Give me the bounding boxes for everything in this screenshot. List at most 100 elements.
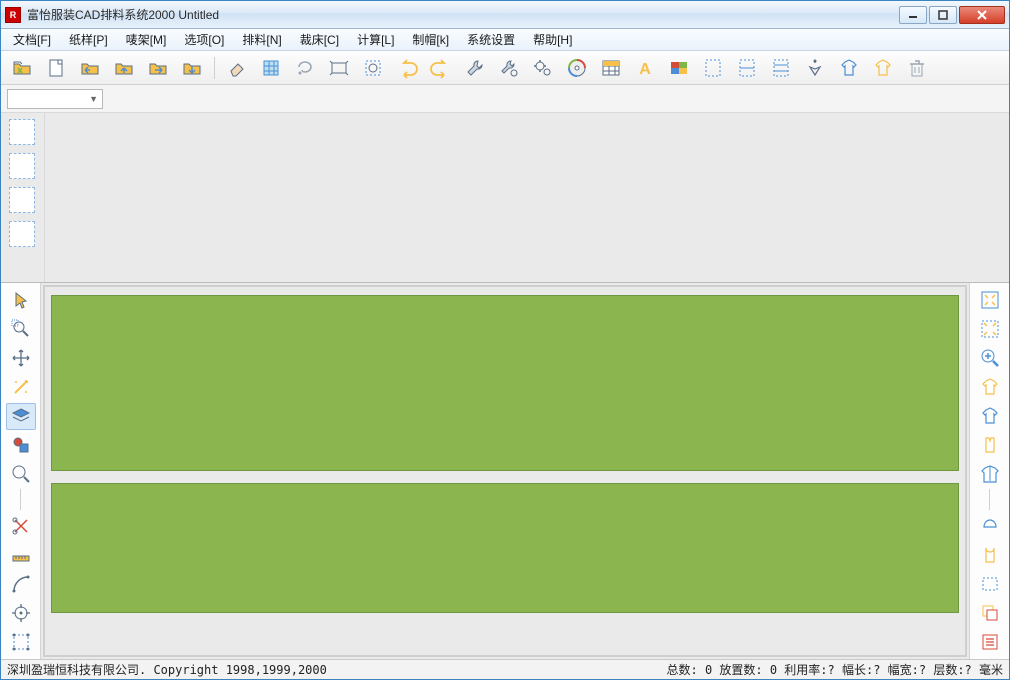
canvas[interactable] <box>43 285 967 657</box>
menu-item[interactable]: 排料[N] <box>234 29 289 50</box>
scissors-x-button[interactable] <box>6 512 36 539</box>
table-grid-button[interactable] <box>596 54 626 82</box>
shapes-button[interactable] <box>6 432 36 459</box>
wrench-icon <box>464 57 486 79</box>
folder-up-icon <box>113 57 135 79</box>
menu-item[interactable]: 帮助[H] <box>525 29 580 50</box>
page-dashed-1-button[interactable] <box>698 54 728 82</box>
close-button[interactable] <box>959 6 1005 24</box>
title-bar: R 富怡服装CAD排料系统2000 Untitled <box>1 1 1009 29</box>
text-a-button[interactable]: A <box>630 54 660 82</box>
move-button[interactable] <box>6 345 36 372</box>
new-doc-icon <box>45 57 67 79</box>
minimize-button[interactable] <box>899 6 927 24</box>
bodice-button[interactable] <box>975 541 1005 568</box>
jacket-icon <box>979 463 1001 485</box>
zoom-button[interactable] <box>975 345 1005 372</box>
combo-row: ▼ <box>1 85 1009 113</box>
folder-up-button[interactable] <box>109 54 139 82</box>
canvas-wrap <box>41 283 969 659</box>
maximize-button[interactable] <box>929 6 957 24</box>
magnifier-button[interactable] <box>6 460 36 487</box>
crop-rect-button[interactable] <box>358 54 388 82</box>
page-dashed-3-button[interactable] <box>766 54 796 82</box>
palette-button[interactable] <box>664 54 694 82</box>
menu-item[interactable]: 裁床[C] <box>292 29 347 50</box>
cd-disc-icon <box>566 57 588 79</box>
scissors-x-icon <box>10 515 32 537</box>
folder-left-button[interactable] <box>75 54 105 82</box>
snap-target-icon <box>10 602 32 624</box>
frame-button[interactable] <box>324 54 354 82</box>
app-icon: R <box>5 7 21 23</box>
eraser-button[interactable] <box>222 54 252 82</box>
zoom-extents-button[interactable] <box>975 316 1005 343</box>
undo-button[interactable] <box>392 54 422 82</box>
menu-item[interactable]: 制帽[k] <box>404 29 457 50</box>
separator <box>214 57 215 79</box>
gears-button[interactable] <box>528 54 558 82</box>
layers-button[interactable] <box>6 403 36 430</box>
shirt-right-button[interactable] <box>868 54 898 82</box>
piece-slot[interactable] <box>9 153 35 179</box>
wrench-gear-button[interactable] <box>494 54 524 82</box>
redo-icon <box>430 57 452 79</box>
menu-item[interactable]: 系统设置 <box>459 29 523 50</box>
fit-screen-button[interactable] <box>975 287 1005 314</box>
window-title: 富怡服装CAD排料系统2000 Untitled <box>27 6 899 23</box>
shapes-icon <box>10 434 32 456</box>
snap-target-button[interactable] <box>6 599 36 626</box>
menu-item[interactable]: 计算[L] <box>349 29 402 50</box>
window-buttons <box>899 6 1005 24</box>
wand-button[interactable] <box>6 374 36 401</box>
undo-icon <box>396 57 418 79</box>
shirt-front-button[interactable] <box>975 374 1005 401</box>
workspace <box>1 113 1009 659</box>
page-dashed-1-icon <box>702 57 724 79</box>
shirt-front-icon <box>979 376 1001 398</box>
pointer-button[interactable] <box>6 287 36 314</box>
vest-button[interactable] <box>975 432 1005 459</box>
piece-slot[interactable] <box>9 187 35 213</box>
open-folder-button[interactable] <box>7 54 37 82</box>
compass-button[interactable] <box>800 54 830 82</box>
page-dashed-2-button[interactable] <box>732 54 762 82</box>
trash-button[interactable] <box>902 54 932 82</box>
collar-button[interactable] <box>975 512 1005 539</box>
ruler-button[interactable] <box>6 541 36 568</box>
menu-item[interactable]: 文档[F] <box>5 29 59 50</box>
lasso-button[interactable] <box>290 54 320 82</box>
size-combo[interactable]: ▼ <box>7 89 103 109</box>
jacket-button[interactable] <box>975 460 1005 487</box>
piece-slot[interactable] <box>9 221 35 247</box>
piece-slot[interactable] <box>9 119 35 145</box>
folder-right-button[interactable] <box>143 54 173 82</box>
zoom-area-icon <box>10 318 32 340</box>
wrench-button[interactable] <box>460 54 490 82</box>
marker-fabric-2[interactable] <box>51 483 959 613</box>
open-folder-icon <box>11 57 33 79</box>
menu-item[interactable]: 唛架[M] <box>118 29 175 50</box>
shirt-left-button[interactable] <box>834 54 864 82</box>
collar-icon <box>979 515 1001 537</box>
cd-disc-button[interactable] <box>562 54 592 82</box>
zoom-area-button[interactable] <box>6 316 36 343</box>
shirt-back-button[interactable] <box>975 403 1005 430</box>
marker-fabric-1[interactable] <box>51 295 959 471</box>
menu-item[interactable]: 选项[O] <box>176 29 232 50</box>
move-icon <box>10 347 32 369</box>
right-toolbar <box>969 283 1009 659</box>
status-metrics: 总数: 0 放置数: 0 利用率:? 幅长:? 幅宽:? 层数:? 毫米 <box>667 661 1004 678</box>
rect-dashed-button[interactable] <box>975 570 1005 597</box>
edit-node-button[interactable] <box>6 628 36 655</box>
piece-list-button[interactable] <box>975 628 1005 655</box>
folder-down-button[interactable] <box>177 54 207 82</box>
chevron-down-icon: ▼ <box>89 94 98 104</box>
copy-piece-button[interactable] <box>975 599 1005 626</box>
wrench-gear-icon <box>498 57 520 79</box>
menu-item[interactable]: 纸样[P] <box>61 29 116 50</box>
arc-tool-button[interactable] <box>6 570 36 597</box>
redo-button[interactable] <box>426 54 456 82</box>
new-doc-button[interactable] <box>41 54 71 82</box>
grid-tool-button[interactable] <box>256 54 286 82</box>
